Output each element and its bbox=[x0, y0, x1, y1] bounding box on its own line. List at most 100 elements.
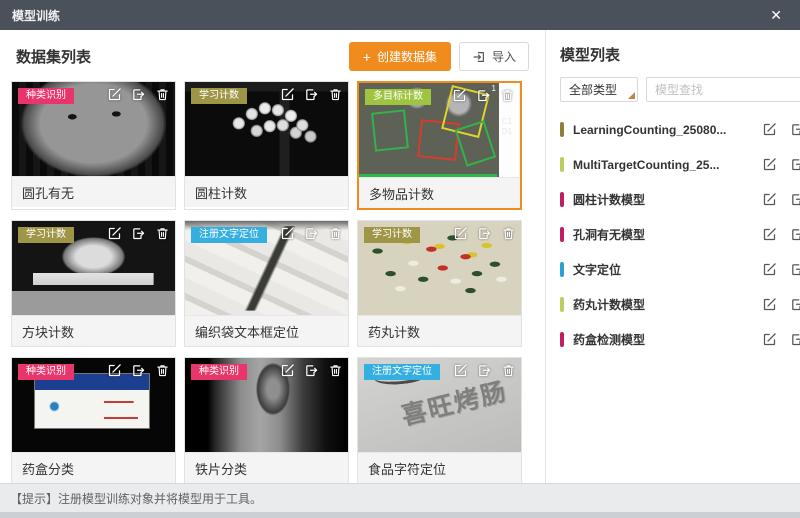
edit-icon[interactable] bbox=[453, 226, 468, 241]
edit-icon[interactable] bbox=[762, 262, 777, 277]
dataset-title: 食品字符定位 bbox=[358, 452, 521, 483]
dataset-thumbnail: 学习计数 bbox=[185, 82, 348, 176]
copy-icon[interactable] bbox=[790, 157, 800, 172]
edit-icon[interactable] bbox=[762, 332, 777, 347]
edit-icon[interactable] bbox=[107, 363, 122, 378]
dataset-card[interactable]: 种类识别 圆孔有无 bbox=[11, 81, 176, 210]
copy-icon[interactable] bbox=[131, 363, 146, 378]
model-list-item[interactable]: 药丸计数模型 bbox=[560, 287, 800, 322]
edit-icon[interactable] bbox=[762, 297, 777, 312]
trash-icon[interactable] bbox=[328, 226, 343, 241]
copy-icon[interactable] bbox=[477, 363, 492, 378]
edit-icon[interactable] bbox=[762, 157, 777, 172]
copy-icon[interactable] bbox=[790, 297, 800, 312]
model-list-title: 模型列表 bbox=[560, 44, 620, 65]
dataset-card[interactable]: 多目标计数 1 C1D1 多物品计数 bbox=[357, 81, 522, 210]
trash-icon[interactable] bbox=[328, 363, 343, 378]
model-list-item[interactable]: 圆柱计数模型 bbox=[560, 182, 800, 217]
model-list-item[interactable]: 药盒检测模型 bbox=[560, 322, 800, 357]
model-list: LearningCounting_25080... MultiTargetCou… bbox=[560, 112, 800, 357]
edit-icon[interactable] bbox=[280, 226, 295, 241]
copy-icon[interactable] bbox=[790, 192, 800, 207]
import-dataset-button[interactable]: 导入 bbox=[459, 42, 529, 71]
model-list-item[interactable]: 文字定位 bbox=[560, 252, 800, 287]
dataset-type-badge: 学习计数 bbox=[18, 227, 74, 243]
dialog-body: 数据集列表 + 创建数据集 导入 种类识别 bbox=[0, 30, 800, 483]
dropdown-corner-icon bbox=[628, 92, 635, 99]
trash-icon[interactable] bbox=[501, 363, 516, 378]
import-label: 导入 bbox=[492, 48, 516, 65]
dataset-title: 圆孔有无 bbox=[12, 176, 175, 207]
edit-icon[interactable] bbox=[762, 227, 777, 242]
model-panel-header: 模型列表 bbox=[560, 44, 800, 65]
edit-icon[interactable] bbox=[107, 87, 122, 102]
dialog-title: 模型训练 bbox=[12, 7, 60, 24]
model-list-item[interactable]: MultiTargetCounting_25... bbox=[560, 147, 800, 182]
model-list-item[interactable]: 孔洞有无模型 bbox=[560, 217, 800, 252]
dataset-title: 药丸计数 bbox=[358, 315, 521, 346]
model-name: 孔洞有无模型 bbox=[573, 226, 754, 243]
edit-icon[interactable] bbox=[453, 363, 468, 378]
edit-icon[interactable] bbox=[452, 88, 467, 103]
copy-icon[interactable] bbox=[790, 227, 800, 242]
model-type-dropdown[interactable]: 全部类型 bbox=[560, 77, 638, 102]
create-dataset-button[interactable]: + 创建数据集 bbox=[349, 42, 451, 71]
close-icon[interactable]: ✕ bbox=[764, 6, 788, 24]
footer-tip-text: 【提示】注册模型训练对象并将模型用于工具。 bbox=[10, 490, 262, 507]
copy-icon[interactable] bbox=[477, 226, 492, 241]
copy-icon[interactable] bbox=[790, 122, 800, 137]
model-type-color-bar bbox=[560, 122, 564, 137]
trash-icon[interactable] bbox=[155, 226, 170, 241]
trash-icon[interactable] bbox=[328, 87, 343, 102]
model-type-color-bar bbox=[560, 227, 564, 242]
dataset-title: 圆柱计数 bbox=[185, 176, 348, 207]
model-name: LearningCounting_25080... bbox=[573, 123, 754, 137]
model-filter-row: 全部类型 bbox=[560, 77, 800, 102]
annotation-box bbox=[455, 121, 496, 168]
dataset-grid: 种类识别 圆孔有无 学习计数 bbox=[0, 71, 545, 483]
dataset-card[interactable]: 学习计数 药丸计数 bbox=[357, 220, 522, 347]
edit-icon[interactable] bbox=[762, 122, 777, 137]
dataset-thumbnail: 学习计数 bbox=[12, 221, 175, 315]
copy-icon[interactable] bbox=[790, 332, 800, 347]
dataset-card[interactable]: 种类识别 铁片分类 bbox=[184, 357, 349, 483]
annotation-box bbox=[372, 110, 410, 153]
copy-icon[interactable] bbox=[304, 226, 319, 241]
dataset-card[interactable]: 学习计数 圆柱计数 bbox=[184, 81, 349, 210]
model-training-dialog: 模型训练 ✕ 数据集列表 + 创建数据集 导入 bbox=[0, 0, 800, 518]
trash-icon[interactable] bbox=[501, 226, 516, 241]
copy-icon[interactable] bbox=[790, 262, 800, 277]
edit-icon[interactable] bbox=[107, 226, 122, 241]
copy-icon[interactable] bbox=[131, 87, 146, 102]
copy-icon[interactable] bbox=[304, 363, 319, 378]
edit-icon[interactable] bbox=[280, 87, 295, 102]
dataset-thumbnail: 注册文字定位 喜旺烤肠 bbox=[358, 358, 521, 452]
trash-icon[interactable] bbox=[155, 363, 170, 378]
footer-tip-bar: 【提示】注册模型训练对象并将模型用于工具。 bbox=[0, 483, 800, 518]
trash-icon[interactable] bbox=[500, 88, 515, 103]
import-icon bbox=[472, 50, 486, 64]
dataset-card[interactable]: 种类识别 药盒分类 bbox=[11, 357, 176, 483]
dataset-title: 方块计数 bbox=[12, 315, 175, 346]
model-name: 文字定位 bbox=[573, 261, 754, 278]
model-panel: 模型列表 全部类型 LearningCounting_2 bbox=[546, 30, 800, 483]
dataset-card[interactable]: 注册文字定位 喜旺烤肠 食品字符定位 bbox=[357, 357, 522, 483]
dataset-title: 编织袋文本框定位 bbox=[185, 315, 348, 346]
dataset-card[interactable]: 注册文字定位 编织袋文本框定位 bbox=[184, 220, 349, 347]
copy-icon[interactable]: 1 bbox=[476, 88, 491, 103]
model-search-input[interactable] bbox=[655, 83, 800, 97]
dataset-thumbnail: 注册文字定位 bbox=[185, 221, 348, 315]
dataset-panel: 数据集列表 + 创建数据集 导入 种类识别 bbox=[0, 30, 546, 483]
create-dataset-label: 创建数据集 bbox=[377, 48, 437, 65]
copy-icon[interactable] bbox=[304, 87, 319, 102]
dataset-type-badge: 种类识别 bbox=[191, 364, 247, 380]
copy-icon[interactable] bbox=[131, 226, 146, 241]
dataset-panel-header: 数据集列表 + 创建数据集 导入 bbox=[0, 30, 545, 71]
model-list-item[interactable]: LearningCounting_25080... bbox=[560, 112, 800, 147]
dataset-thumbnail: 种类识别 bbox=[12, 82, 175, 176]
trash-icon[interactable] bbox=[155, 87, 170, 102]
dataset-card[interactable]: 学习计数 方块计数 bbox=[11, 220, 176, 347]
model-type-color-bar bbox=[560, 332, 564, 347]
edit-icon[interactable] bbox=[280, 363, 295, 378]
edit-icon[interactable] bbox=[762, 192, 777, 207]
